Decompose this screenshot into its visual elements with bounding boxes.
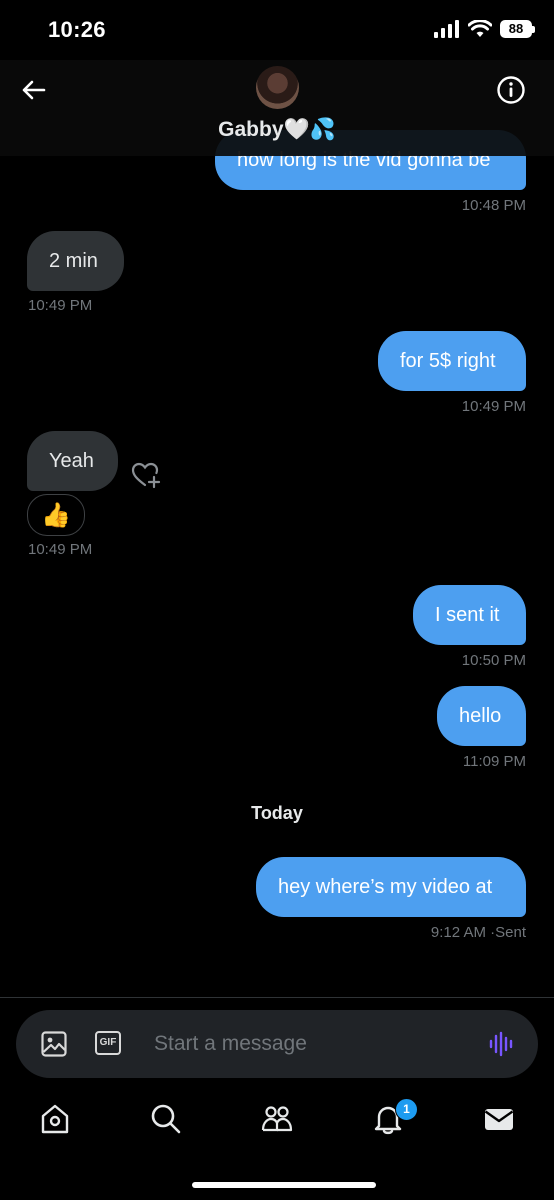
message-input[interactable]: Start a message (154, 1032, 307, 1056)
thumbs-up-reaction-emoji: 👍 (41, 501, 71, 529)
info-icon[interactable] (496, 75, 526, 105)
day-separator: Today (251, 803, 303, 823)
message-bubble-incoming[interactable]: 2 min (27, 231, 124, 291)
message-timestamp: 10:50 PM (461, 652, 526, 669)
search-icon[interactable] (149, 1102, 183, 1136)
message-timestamp: 10:49 PM (28, 541, 93, 558)
conversation-header: Gabby🤍💦 (0, 60, 554, 156)
message-status: Sent (495, 924, 526, 941)
contact-name-text: Gabby (218, 118, 284, 141)
home-icon[interactable] (38, 1102, 72, 1136)
message-bubble-outgoing[interactable]: hey where’s my video at (256, 857, 526, 917)
gif-button[interactable]: GIF (95, 1031, 121, 1055)
message-bubble-outgoing[interactable]: for 5$ right (378, 331, 526, 391)
contact-name-emoji: 🤍💦 (283, 118, 336, 141)
message-timestamp-status: 9:12 AM ·Sent (431, 924, 526, 941)
message-bubble-outgoing[interactable]: I sent it (413, 585, 526, 645)
message-bubble-outgoing[interactable]: hello (437, 686, 526, 746)
message-timestamp: 10:49 PM (28, 297, 93, 314)
image-icon[interactable] (40, 1030, 68, 1058)
composer-divider (0, 997, 554, 998)
back-arrow-icon[interactable] (18, 74, 50, 106)
voice-message-icon[interactable] (488, 1030, 516, 1058)
message-reaction[interactable]: 👍 (27, 494, 85, 536)
message-timestamp: 11:09 PM (462, 753, 526, 770)
message-timestamp: 9:12 AM (430, 924, 486, 941)
message-timestamp: 10:49 PM (461, 398, 526, 415)
notifications-badge: 1 (395, 1098, 418, 1121)
message-timestamp: 10:48 PM (461, 197, 526, 214)
message-composer[interactable]: GIF Start a message (16, 1010, 538, 1078)
home-indicator[interactable] (192, 1182, 376, 1188)
messages-envelope-icon[interactable] (482, 1102, 516, 1136)
contact-avatar[interactable] (256, 66, 299, 109)
communities-icon[interactable] (260, 1102, 294, 1136)
contact-name[interactable]: Gabby🤍💦 (0, 118, 554, 142)
add-reaction-icon[interactable] (131, 461, 161, 489)
message-bubble-incoming[interactable]: Yeah (27, 431, 118, 491)
